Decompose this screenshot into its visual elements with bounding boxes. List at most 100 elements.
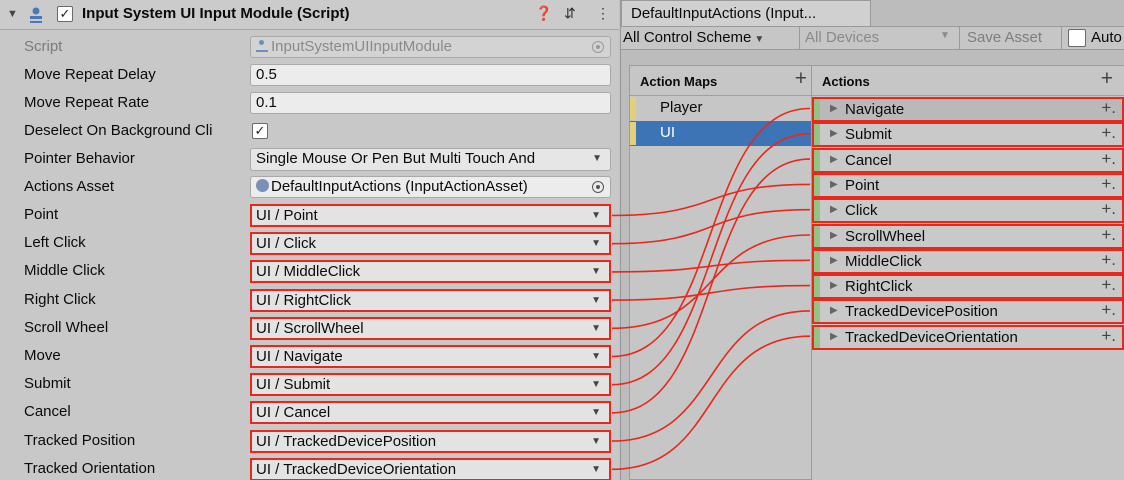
binding-dropdown[interactable]: UI / Click ▼ bbox=[250, 232, 611, 256]
action-item[interactable]: ▶ RightClick +. bbox=[812, 274, 1124, 300]
actions-title: Actions bbox=[822, 74, 870, 89]
action-item[interactable]: ▶ Submit +. bbox=[812, 122, 1124, 148]
save-asset-button[interactable]: Save Asset bbox=[967, 29, 1042, 46]
expand-arrow-icon[interactable]: ▶ bbox=[830, 255, 838, 266]
binding-dropdown[interactable]: UI / TrackedDeviceOrientation ▼ bbox=[250, 457, 611, 480]
action-color-bar bbox=[814, 99, 820, 120]
action-name: TrackedDeviceOrientation bbox=[845, 328, 1018, 346]
binding-value: UI / ScrollWheel bbox=[256, 319, 364, 337]
expand-arrow-icon[interactable]: ▶ bbox=[830, 128, 838, 139]
action-map-item[interactable]: UI bbox=[630, 121, 815, 146]
actions-asset-row: Actions Asset DefaultInputActions (Input… bbox=[0, 173, 619, 201]
actions-asset-label: Actions Asset bbox=[24, 178, 115, 195]
foldout-arrow-icon[interactable]: ▼ bbox=[7, 8, 18, 20]
actions-asset-field[interactable]: DefaultInputActions (InputActionAsset) bbox=[250, 176, 611, 198]
move-repeat-delay-field[interactable]: 0.5 bbox=[250, 64, 611, 86]
binding-dropdown[interactable]: UI / Submit ▼ bbox=[250, 373, 611, 397]
component-enabled-checkbox[interactable]: ✓ bbox=[57, 6, 73, 22]
help-icon[interactable]: ❓ bbox=[535, 5, 552, 22]
action-color-bar bbox=[814, 276, 820, 298]
control-scheme-dropdown[interactable]: All Control Scheme ▼ bbox=[623, 29, 764, 46]
action-item[interactable]: ▶ Click +. bbox=[812, 198, 1124, 224]
component-title: Input System UI Input Module (Script) bbox=[82, 5, 350, 22]
action-map-item[interactable]: Player bbox=[630, 96, 815, 121]
expand-arrow-icon[interactable]: ▶ bbox=[830, 204, 838, 215]
binding-dropdown[interactable]: UI / ScrollWheel ▼ bbox=[250, 316, 611, 340]
script-field[interactable]: InputSystemUIInputModule bbox=[250, 36, 611, 58]
expand-arrow-icon[interactable]: ▶ bbox=[830, 305, 838, 316]
window-tab[interactable]: DefaultInputActions (Input... bbox=[621, 0, 871, 26]
add-binding-icon[interactable]: +. bbox=[1101, 199, 1116, 219]
expand-arrow-icon[interactable]: ▶ bbox=[830, 280, 838, 291]
action-maps-pane: Action Maps + Player UI bbox=[629, 65, 816, 480]
toolbar-divider bbox=[959, 27, 960, 49]
binding-value: UI / Point bbox=[256, 207, 318, 224]
add-binding-icon[interactable]: +. bbox=[1101, 98, 1116, 118]
script-icon bbox=[256, 40, 268, 52]
menu-icon[interactable]: ⋮ bbox=[596, 5, 610, 22]
object-picker-icon[interactable] bbox=[592, 181, 604, 193]
action-item[interactable]: ▶ Navigate +. bbox=[812, 97, 1124, 122]
devices-dropdown[interactable]: All Devices ▼ bbox=[805, 29, 955, 46]
expand-arrow-icon[interactable]: ▶ bbox=[830, 230, 838, 241]
binding-dropdown[interactable]: UI / MiddleClick ▼ bbox=[250, 260, 611, 284]
chevron-down-icon: ▼ bbox=[591, 463, 601, 475]
add-binding-icon[interactable]: +. bbox=[1101, 250, 1116, 270]
action-item[interactable]: ▶ Point +. bbox=[812, 172, 1124, 198]
expand-arrow-icon[interactable]: ▶ bbox=[830, 179, 838, 190]
action-item[interactable]: ▶ ScrollWheel +. bbox=[812, 223, 1124, 249]
action-item[interactable]: ▶ TrackedDeviceOrientation +. bbox=[812, 324, 1124, 350]
auto-save-checkbox[interactable] bbox=[1068, 29, 1086, 47]
binding-value: UI / RightClick bbox=[256, 291, 352, 309]
action-map-name: UI bbox=[660, 124, 675, 141]
add-binding-icon[interactable]: +. bbox=[1101, 275, 1116, 295]
preset-icon[interactable]: ⇵ bbox=[564, 5, 576, 22]
binding-value: UI / TrackedDeviceOrientation bbox=[256, 460, 457, 478]
action-name: Navigate bbox=[845, 101, 905, 118]
pointer-behavior-dropdown[interactable]: Single Mouse Or Pen But Multi Touch And … bbox=[250, 148, 611, 171]
action-item[interactable]: ▶ TrackedDevicePosition +. bbox=[812, 299, 1124, 325]
object-picker-icon[interactable] bbox=[592, 41, 604, 53]
deselect-checkbox[interactable]: ✓ bbox=[252, 123, 268, 139]
add-action-map-icon[interactable]: + bbox=[795, 67, 807, 91]
binding-value: UI / Click bbox=[256, 235, 316, 253]
binding-row: Left Click UI / Click ▼ bbox=[0, 229, 619, 257]
binding-label: Scroll Wheel bbox=[24, 318, 109, 336]
add-binding-icon[interactable]: +. bbox=[1101, 225, 1116, 245]
expand-arrow-icon[interactable]: ▶ bbox=[830, 331, 838, 342]
add-binding-icon[interactable]: +. bbox=[1101, 326, 1116, 346]
action-item[interactable]: ▶ MiddleClick +. bbox=[812, 248, 1124, 274]
add-binding-icon[interactable]: +. bbox=[1101, 300, 1116, 320]
action-name: RightClick bbox=[845, 278, 913, 296]
action-name: Cancel bbox=[845, 151, 892, 169]
move-repeat-rate-field[interactable]: 0.1 bbox=[250, 92, 611, 114]
control-scheme-label: All Control Scheme bbox=[623, 29, 752, 46]
expand-arrow-icon[interactable]: ▶ bbox=[830, 154, 838, 165]
binding-label: Right Click bbox=[24, 290, 96, 308]
action-item[interactable]: ▶ Cancel +. bbox=[812, 147, 1124, 173]
binding-dropdown[interactable]: UI / Point ▼ bbox=[250, 204, 611, 227]
action-color-bar bbox=[814, 225, 820, 247]
add-binding-icon[interactable]: +. bbox=[1101, 149, 1116, 169]
binding-dropdown[interactable]: UI / TrackedDevicePosition ▼ bbox=[250, 429, 611, 453]
binding-dropdown[interactable]: UI / Navigate ▼ bbox=[250, 345, 611, 368]
add-action-icon[interactable]: + bbox=[1101, 67, 1113, 91]
binding-label: Middle Click bbox=[24, 262, 105, 280]
inspector-panel: ▼ ✓ Input System UI Input Module (Script… bbox=[0, 0, 619, 480]
move-repeat-delay-label: Move Repeat Delay bbox=[24, 66, 156, 83]
expand-arrow-icon[interactable]: ▶ bbox=[830, 103, 838, 114]
binding-dropdown[interactable]: UI / RightClick ▼ bbox=[250, 288, 611, 312]
binding-dropdown[interactable]: UI / Cancel ▼ bbox=[250, 401, 611, 425]
move-repeat-rate-label: Move Repeat Rate bbox=[24, 94, 150, 111]
script-component-icon bbox=[30, 7, 42, 23]
action-maps-title: Action Maps bbox=[640, 74, 718, 89]
binding-row: Middle Click UI / MiddleClick ▼ bbox=[0, 257, 619, 285]
binding-value: UI / TrackedDevicePosition bbox=[256, 432, 437, 450]
action-color-bar bbox=[814, 124, 820, 146]
action-map-color-bar bbox=[630, 97, 636, 120]
add-binding-icon[interactable]: +. bbox=[1101, 123, 1116, 143]
add-binding-icon[interactable]: +. bbox=[1101, 174, 1116, 194]
action-map-name: Player bbox=[660, 99, 703, 116]
action-name: Point bbox=[845, 176, 880, 194]
component-header[interactable]: ▼ ✓ Input System UI Input Module (Script… bbox=[0, 0, 619, 30]
